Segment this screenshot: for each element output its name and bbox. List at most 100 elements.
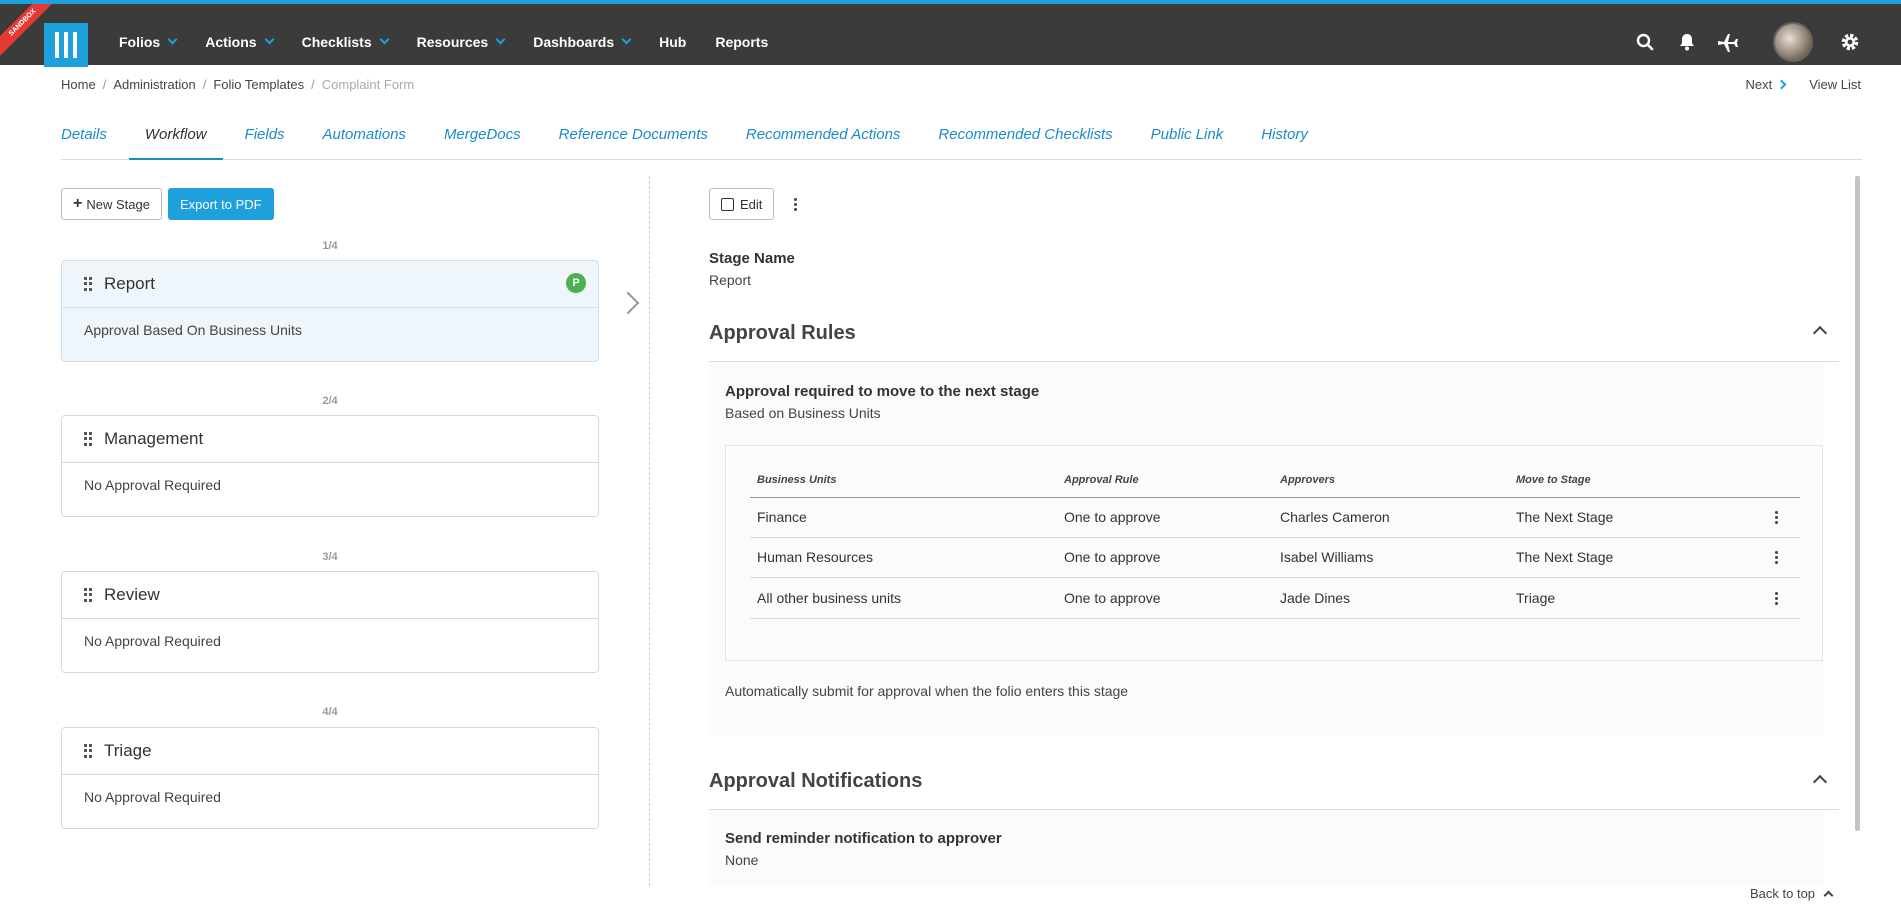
nav-checklists[interactable]: Checklists bbox=[302, 34, 390, 50]
table-cell: All other business units bbox=[757, 590, 901, 606]
stage-description: No Approval Required bbox=[84, 789, 221, 805]
drag-handle-icon[interactable] bbox=[84, 277, 92, 291]
table-cell: Charles Cameron bbox=[1280, 509, 1390, 525]
chevron-down-icon bbox=[167, 34, 178, 45]
bell-icon[interactable] bbox=[1672, 22, 1702, 62]
column-header: Business Units bbox=[757, 474, 837, 486]
table-cell: Finance bbox=[757, 509, 807, 525]
nav-reports[interactable]: Reports bbox=[715, 34, 768, 50]
gear-icon[interactable] bbox=[1835, 22, 1865, 62]
stage-description: Approval Based On Business Units bbox=[84, 322, 302, 338]
chevron-up-icon[interactable] bbox=[1812, 325, 1828, 341]
chevron-down-icon bbox=[379, 34, 390, 45]
more-options-icon[interactable] bbox=[785, 188, 805, 220]
back-to-top-link[interactable]: Back to top bbox=[1750, 886, 1834, 901]
approval-notifications-title: Approval Notifications bbox=[709, 770, 923, 792]
row-options-icon[interactable] bbox=[1766, 587, 1786, 609]
tab-automations[interactable]: Automations bbox=[323, 112, 406, 160]
tab-bar: Details Workflow Fields Automations Merg… bbox=[61, 112, 1862, 160]
stage-card-management[interactable]: Management No Approval Required bbox=[61, 415, 599, 517]
chevron-up-icon bbox=[1823, 890, 1834, 901]
chevron-down-icon bbox=[495, 34, 506, 45]
tab-details[interactable]: Details bbox=[61, 112, 107, 160]
drag-handle-icon[interactable] bbox=[84, 432, 92, 446]
plane-icon[interactable] bbox=[1713, 22, 1743, 62]
row-options-icon[interactable] bbox=[1766, 546, 1786, 568]
table-cell: The Next Stage bbox=[1516, 549, 1614, 565]
approval-rule-title: Approval required to move to the next st… bbox=[725, 383, 1040, 400]
view-list-link[interactable]: View List bbox=[1809, 77, 1861, 92]
nav-actions[interactable]: Actions bbox=[205, 34, 275, 50]
table-cell: Triage bbox=[1516, 590, 1556, 606]
search-icon[interactable] bbox=[1630, 22, 1660, 62]
tab-history[interactable]: History bbox=[1261, 112, 1308, 160]
new-stage-button[interactable]: + New Stage bbox=[61, 188, 162, 220]
approval-rule-subtitle: Based on Business Units bbox=[725, 405, 881, 421]
chevron-right-icon bbox=[1776, 79, 1787, 90]
approval-rules-table: Business Units Approval Rule Approvers M… bbox=[725, 445, 1823, 661]
drag-handle-icon[interactable] bbox=[84, 588, 92, 602]
breadcrumb-home[interactable]: Home bbox=[61, 77, 96, 92]
stage-name-label: Stage Name bbox=[709, 250, 795, 267]
tab-fields[interactable]: Fields bbox=[245, 112, 285, 160]
nav-hub[interactable]: Hub bbox=[659, 34, 686, 50]
nav-resources[interactable]: Resources bbox=[417, 34, 506, 50]
reminder-value: None bbox=[725, 852, 759, 868]
stage-description: No Approval Required bbox=[84, 633, 221, 649]
plus-icon: + bbox=[73, 195, 83, 212]
column-header: Approval Rule bbox=[1064, 474, 1139, 486]
column-header: Approvers bbox=[1280, 474, 1336, 486]
chevron-up-icon[interactable] bbox=[1812, 774, 1828, 790]
table-cell: The Next Stage bbox=[1516, 509, 1614, 525]
stage-card-report[interactable]: Report P Approval Based On Business Unit… bbox=[61, 260, 599, 362]
column-header: Move to Stage bbox=[1516, 474, 1591, 486]
table-cell: Human Resources bbox=[757, 549, 873, 565]
table-cell: Jade Dines bbox=[1280, 590, 1351, 606]
stage-card-triage[interactable]: Triage No Approval Required bbox=[61, 727, 599, 829]
record-nav: Next View List bbox=[1745, 77, 1861, 92]
tab-recommended-actions[interactable]: Recommended Actions bbox=[746, 112, 901, 160]
stage-badge: P bbox=[566, 273, 586, 293]
stage-name: Management bbox=[104, 429, 204, 448]
stage-count: 3/4 bbox=[322, 551, 338, 563]
stage-name: Report bbox=[104, 274, 156, 293]
next-link[interactable]: Next bbox=[1745, 77, 1787, 92]
reminder-label: Send reminder notification to approver bbox=[725, 830, 1002, 847]
drag-handle-icon[interactable] bbox=[84, 744, 92, 758]
export-pdf-button[interactable]: Export to PDF bbox=[167, 188, 274, 220]
scrollbar[interactable] bbox=[1855, 176, 1860, 831]
breadcrumb-administration[interactable]: Administration bbox=[113, 77, 195, 92]
table-cell: One to approve bbox=[1064, 509, 1161, 525]
breadcrumb: Home / Administration / Folio Templates / C… bbox=[61, 77, 415, 92]
stage-name-value: Report bbox=[709, 272, 752, 288]
edit-button[interactable]: Edit bbox=[709, 188, 775, 220]
nav-dashboards[interactable]: Dashboards bbox=[533, 34, 632, 50]
nav-folios[interactable]: Folios bbox=[119, 34, 178, 50]
main-nav: Folios Actions Checklists Resources Dash… bbox=[119, 34, 797, 50]
column-divider bbox=[649, 176, 650, 886]
tab-reference-documents[interactable]: Reference Documents bbox=[559, 112, 708, 160]
table-cell: One to approve bbox=[1064, 549, 1161, 565]
tab-public-link[interactable]: Public Link bbox=[1151, 112, 1224, 160]
chevron-down-icon bbox=[621, 34, 632, 45]
stage-name: Triage bbox=[104, 741, 152, 760]
tab-recommended-checklists[interactable]: Recommended Checklists bbox=[938, 112, 1112, 160]
app-logo[interactable] bbox=[44, 23, 88, 67]
chevron-down-icon bbox=[264, 34, 275, 45]
auto-submit-text: Automatically submit for approval when t… bbox=[725, 683, 1129, 699]
stage-description: No Approval Required bbox=[84, 477, 221, 493]
tab-mergedocs[interactable]: MergeDocs bbox=[444, 112, 521, 160]
avatar[interactable] bbox=[1773, 22, 1813, 62]
approval-notifications-body bbox=[709, 810, 1823, 886]
approval-rules-title: Approval Rules bbox=[709, 322, 856, 344]
stage-count: 2/4 bbox=[322, 395, 338, 407]
breadcrumb-folio-templates[interactable]: Folio Templates bbox=[213, 77, 304, 92]
stage-toolbar: + New Stage Export to PDF bbox=[61, 188, 274, 220]
chevron-right-icon bbox=[616, 291, 640, 315]
stage-card-review[interactable]: Review No Approval Required bbox=[61, 571, 599, 673]
stage-name: Review bbox=[104, 585, 160, 604]
table-cell: Isabel Williams bbox=[1280, 549, 1374, 565]
edit-icon bbox=[721, 197, 734, 211]
tab-workflow[interactable]: Workflow bbox=[128, 112, 223, 160]
row-options-icon[interactable] bbox=[1766, 506, 1786, 528]
